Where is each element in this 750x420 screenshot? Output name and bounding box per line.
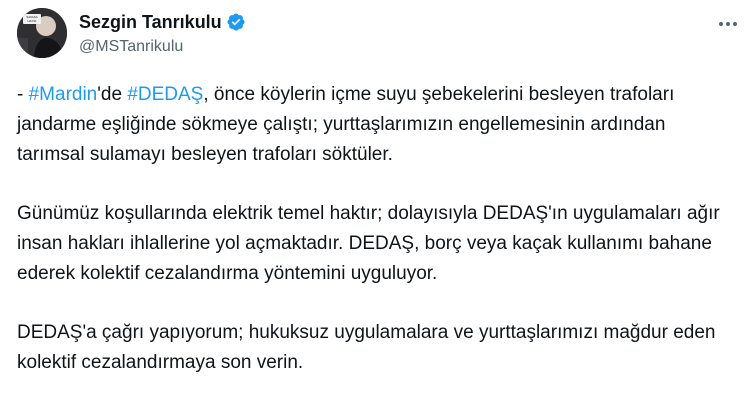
display-name[interactable]: Sezgin Tanrıkulu [79,12,222,33]
user-handle[interactable]: @MSTanrikulu [79,38,183,56]
tweet-paragraph-1: - #Mardin'de #DEDAŞ, önce köylerin içme … [17,80,737,170]
avatar-sign-text-2: HAYIR [28,19,38,23]
more-dot [733,22,737,26]
more-dot [726,22,730,26]
hashtag-mardin[interactable]: #Mardin [29,84,98,105]
text-prefix: - [17,84,29,105]
tweet-paragraph-3: DEDAŞ'a çağrı yapıyorum; hukuksuz uygula… [17,322,716,373]
tweet-paragraph-2: Günümüz koşullarında elektrik temel hakt… [17,203,720,284]
text-suffix: 'de [97,84,128,105]
hashtag-dedas[interactable]: #DEDAŞ [127,84,203,105]
verified-badge-icon [227,13,245,31]
more-dot [719,22,723,26]
tweet-text: - #Mardin'de #DEDAŞ, önce köylerin içme … [17,80,737,407]
avatar[interactable]: SAVAŞA HAYIR [17,8,67,58]
name-line: Sezgin Tanrıkulu [79,10,246,34]
more-options-icon[interactable] [714,12,742,36]
tweet-card: SAVAŞA HAYIR Sezgin Tanrıkulu @MSTanriku… [0,0,750,420]
profile-photo-icon: SAVAŞA HAYIR [17,8,67,58]
